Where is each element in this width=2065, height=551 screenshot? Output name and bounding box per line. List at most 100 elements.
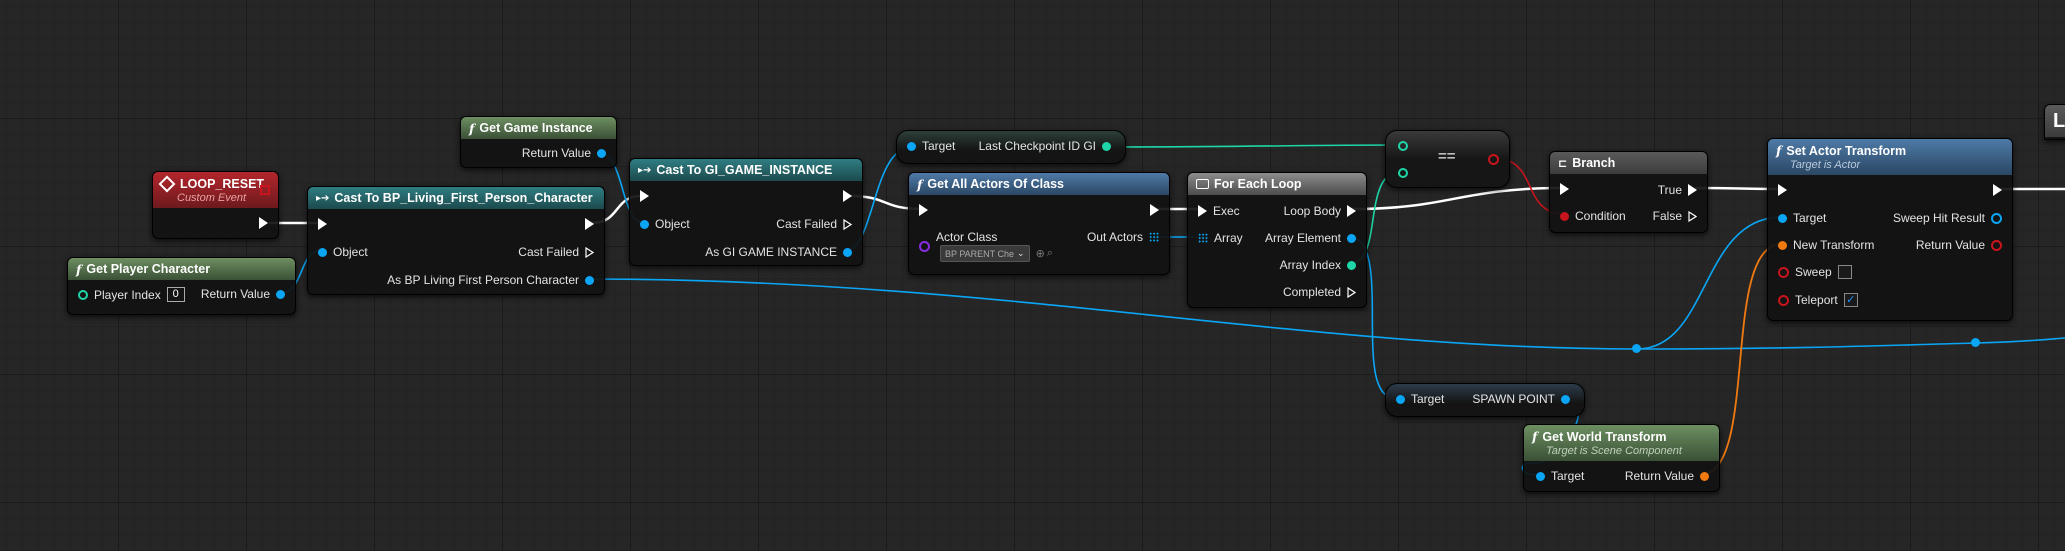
loop-body-pin[interactable]	[1347, 205, 1356, 217]
false-pin[interactable]	[1688, 210, 1698, 222]
cast-to-gi-node[interactable]: ▸➔ Cast To GI_GAME_INSTANCE Object Cast …	[629, 158, 863, 266]
exec-in-pin[interactable]	[1560, 183, 1569, 195]
get-world-transform-node[interactable]: f Get World Transform Target is Scene Co…	[1523, 424, 1720, 492]
exec-out-pin[interactable]	[843, 190, 852, 202]
partial-offscreen-node[interactable]: L	[2044, 104, 2065, 140]
loop-reset-event-node[interactable]: LOOP_RESET Custom Event	[152, 171, 279, 239]
use-selected-icon[interactable]: ⊕	[1036, 247, 1045, 260]
array-element-label: Array Element	[1264, 231, 1341, 245]
get-all-actors-of-class-node[interactable]: f Get All Actors Of Class Actor Class BP…	[908, 172, 1170, 275]
target-label: Target	[1411, 392, 1445, 406]
as-bp-character-pin[interactable]	[585, 275, 594, 285]
player-index-pin[interactable]	[78, 289, 88, 300]
branch-node[interactable]: ⊏ Branch True Condition False	[1549, 151, 1708, 233]
get-world-transform-title: Get World Transform	[1542, 429, 1667, 444]
array-grid-pin[interactable]	[1149, 232, 1159, 242]
as-gi-game-instance-pin[interactable]	[843, 247, 852, 257]
spawn-point-label: SPAWN POINT	[1472, 392, 1555, 406]
loop-reset-title: LOOP_RESET	[180, 176, 265, 191]
equals-input-a-pin[interactable]	[1398, 141, 1408, 151]
target-pin[interactable]	[1536, 471, 1545, 481]
actor-class-pin[interactable]	[919, 241, 930, 252]
target-pin[interactable]	[907, 141, 916, 151]
cast-failed-pin[interactable]	[585, 246, 595, 258]
reroute-node[interactable]	[1632, 344, 1641, 353]
false-label: False	[1652, 209, 1682, 223]
completed-label: Completed	[1282, 285, 1341, 299]
cast-failed-pin[interactable]	[843, 218, 853, 230]
function-icon: f	[76, 261, 82, 277]
for-each-loop-node[interactable]: For Each Loop Exec Loop Body Array Array…	[1187, 172, 1367, 308]
exec-wire-foreach-to-branch	[1351, 186, 1564, 211]
true-pin[interactable]	[1688, 184, 1697, 196]
array-label: Array	[1214, 231, 1243, 245]
array-index-pin[interactable]	[1347, 260, 1356, 270]
sweep-hit-result-pin[interactable]	[1991, 212, 2002, 224]
exec-out-pin[interactable]	[585, 218, 594, 230]
last-checkpoint-label: Last Checkpoint ID GI	[978, 139, 1096, 153]
actor-class-label: Actor Class	[936, 230, 998, 244]
get-player-character-node[interactable]: f Get Player Character Player Index 0 Re…	[67, 257, 296, 315]
branch-icon: ⊏	[1558, 157, 1568, 170]
condition-pin[interactable]	[1560, 211, 1569, 221]
exec-in-pin[interactable]	[1778, 184, 1787, 196]
object-pin[interactable]	[640, 219, 649, 229]
event-diamond-icon	[158, 175, 176, 192]
last-checkpoint-variable-node[interactable]: Target Last Checkpoint ID GI	[896, 130, 1126, 164]
teleport-pin[interactable]	[1778, 294, 1789, 306]
set-actor-transform-title: Set Actor Transform	[1786, 143, 1907, 158]
array-element-pin[interactable]	[1347, 233, 1356, 243]
equals-node[interactable]: ==	[1385, 130, 1510, 188]
teleport-checkbox[interactable]: ✓	[1843, 293, 1858, 307]
exec-in-pin[interactable]	[318, 218, 327, 230]
spawn-point-pin[interactable]	[1561, 394, 1570, 404]
browse-search-icon[interactable]: ⌕	[1047, 247, 1053, 260]
return-value-pin[interactable]	[276, 289, 285, 299]
last-checkpoint-pin[interactable]	[1102, 141, 1111, 151]
array-grid-pin[interactable]	[1198, 233, 1208, 243]
equals-output-pin[interactable]	[1488, 154, 1499, 165]
return-value-pin[interactable]	[1991, 239, 2002, 251]
equals-input-b-pin[interactable]	[1398, 168, 1408, 178]
cast-failed-label: Cast Failed	[776, 217, 837, 231]
for-each-title: For Each Loop	[1214, 177, 1302, 191]
exec-out-pin[interactable]	[259, 217, 268, 229]
target-pin[interactable]	[1778, 213, 1787, 223]
delegate-pin[interactable]	[260, 185, 270, 195]
reroute-node[interactable]	[1971, 338, 1980, 347]
set-actor-transform-node[interactable]: f Set Actor Transform Target is Actor Ta…	[1767, 138, 2013, 321]
exec-label: Exec	[1213, 204, 1240, 218]
cast-bp-header: ▸➔ Cast To BP_Living_First_Person_Charac…	[308, 187, 604, 209]
return-value-label: Return Value	[521, 146, 591, 160]
object-pin[interactable]	[318, 247, 327, 257]
get-game-instance-header: f Get Game Instance	[461, 117, 616, 139]
cast-to-bp-character-node[interactable]: ▸➔ Cast To BP_Living_First_Person_Charac…	[307, 186, 605, 295]
exec-out-pin[interactable]	[1993, 184, 2002, 196]
target-pin[interactable]	[1396, 394, 1405, 404]
new-transform-pin[interactable]	[1778, 240, 1787, 250]
return-value-pin[interactable]	[597, 148, 606, 158]
teleport-label: Teleport	[1795, 293, 1838, 307]
get-player-character-title: Get Player Character	[86, 262, 211, 276]
exec-in-pin[interactable]	[640, 190, 649, 202]
sweep-checkbox[interactable]	[1837, 265, 1852, 279]
true-label: True	[1657, 183, 1682, 197]
condition-label: Condition	[1575, 209, 1626, 223]
sweep-pin[interactable]	[1778, 266, 1789, 278]
completed-pin[interactable]	[1347, 286, 1357, 298]
exec-in-pin[interactable]	[919, 204, 928, 216]
new-transform-label: New Transform	[1793, 238, 1875, 252]
spawn-point-variable-node[interactable]: Target SPAWN POINT	[1385, 383, 1585, 417]
wire-reroute-to-set-target	[1636, 216, 1783, 350]
get-all-actors-header: f Get All Actors Of Class	[909, 173, 1169, 195]
player-index-input[interactable]: 0	[166, 287, 185, 302]
wire-lastcheckpoint-to-equals	[1105, 144, 1403, 148]
exec-in-pin[interactable]	[1198, 205, 1207, 217]
target-label: Target	[922, 139, 956, 153]
get-game-instance-node[interactable]: f Get Game Instance Return Value	[460, 116, 617, 168]
return-value-pin[interactable]	[1700, 471, 1709, 481]
actor-class-select[interactable]: BP PARENT Che ⌄	[940, 245, 1030, 262]
exec-out-pin[interactable]	[1150, 204, 1159, 216]
actor-class-value: BP PARENT Che	[945, 248, 1015, 259]
set-actor-transform-subtitle: Target is Actor	[1790, 159, 1861, 171]
